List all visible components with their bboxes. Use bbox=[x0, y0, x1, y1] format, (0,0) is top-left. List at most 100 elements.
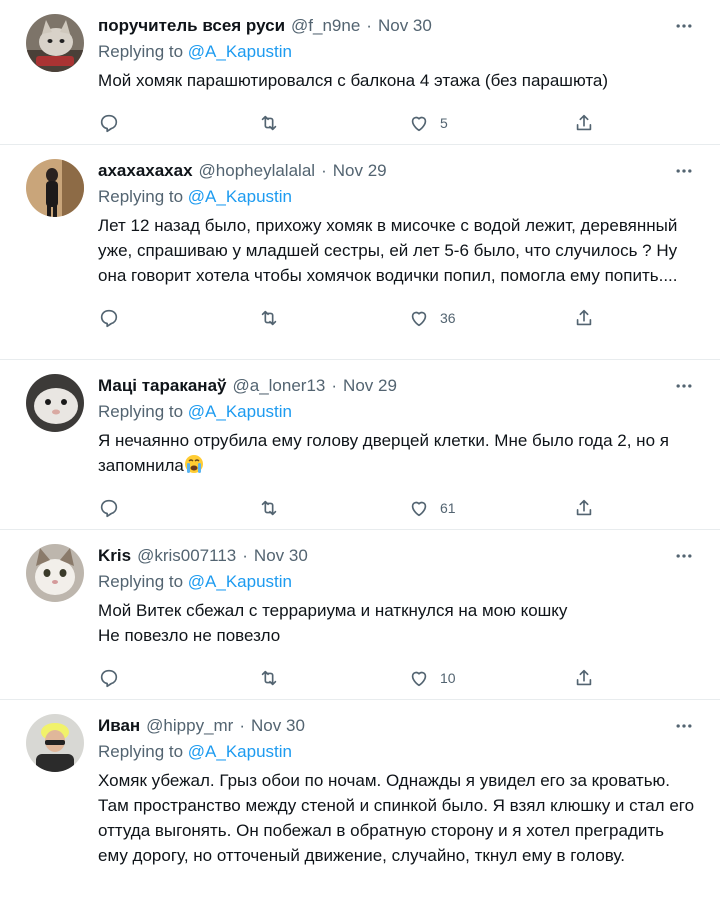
separator-dot: · bbox=[331, 376, 338, 395]
tweet[interactable]: ахахахахах @hopheylalalal · Nov 29 Reply… bbox=[0, 145, 720, 360]
mention-link[interactable]: @A_Kapustin bbox=[188, 42, 292, 61]
like-button[interactable]: 5 bbox=[408, 112, 573, 134]
tweet-actions: 10 bbox=[98, 666, 698, 690]
tweet-text-line: Не повезло не повезло bbox=[98, 626, 281, 645]
heart-icon bbox=[411, 501, 427, 517]
tweet-text: Лет 12 назад было, прихожу хомяк в мисоч… bbox=[98, 216, 678, 285]
tweet[interactable]: Kris @kris007113 · Nov 30 Replying to @A… bbox=[0, 530, 720, 700]
user-handle[interactable]: @f_n9ne bbox=[291, 14, 360, 38]
retweet-button[interactable] bbox=[258, 667, 408, 689]
avatar[interactable] bbox=[26, 544, 84, 602]
replying-to: Replying to @A_Kapustin bbox=[98, 400, 698, 424]
tweet-actions: 61 bbox=[98, 496, 698, 520]
replying-to-label: Replying to bbox=[98, 187, 184, 206]
like-button[interactable]: 36 bbox=[408, 307, 573, 329]
share-button[interactable] bbox=[573, 497, 595, 519]
tweet-text: Хомяк убежал. Грыз обои по ночам. Однажд… bbox=[98, 771, 695, 865]
replying-to-label: Replying to bbox=[98, 42, 184, 61]
animal-avatar-icon bbox=[26, 374, 84, 432]
avatar[interactable] bbox=[26, 374, 84, 432]
separator-dot: · bbox=[321, 161, 327, 180]
share-button[interactable] bbox=[573, 112, 595, 134]
mention-link[interactable]: @A_Kapustin bbox=[188, 187, 292, 206]
person-avatar-icon bbox=[26, 159, 84, 217]
replying-to: Replying to @A_Kapustin bbox=[98, 740, 698, 764]
like-count: 10 bbox=[440, 670, 456, 686]
share-icon bbox=[576, 669, 592, 686]
cat-avatar-icon bbox=[26, 14, 84, 72]
like-count: 61 bbox=[440, 500, 456, 516]
retweet-button[interactable] bbox=[258, 307, 408, 329]
tweet-text-line: Мой Витек сбежал с террариума и наткнулс… bbox=[98, 601, 568, 620]
retweet-icon bbox=[261, 500, 277, 516]
tweet-actions: 36 bbox=[98, 306, 698, 330]
more-options-icon[interactable] bbox=[670, 159, 698, 183]
retweet-icon bbox=[261, 310, 277, 326]
mention-link[interactable]: @A_Kapustin bbox=[188, 572, 292, 591]
avatar[interactable] bbox=[26, 159, 84, 217]
tweet[interactable]: Иван @hippy_mr · Nov 30 Replying to @A_K… bbox=[0, 700, 720, 899]
display-name[interactable]: Kris bbox=[98, 544, 131, 568]
more-options-icon[interactable] bbox=[670, 374, 698, 398]
mention-link[interactable]: @A_Kapustin bbox=[188, 742, 292, 761]
replying-to: Replying to @A_Kapustin bbox=[98, 185, 698, 209]
share-icon bbox=[576, 114, 592, 131]
tweet-text: Мой хомяк парашютировался с балкона 4 эт… bbox=[98, 71, 609, 90]
crying-face-emoji-icon bbox=[184, 455, 203, 473]
heart-icon bbox=[411, 116, 427, 132]
tweet-date[interactable]: Nov 30 bbox=[378, 14, 432, 38]
display-name[interactable]: Маці тараканаў bbox=[98, 374, 226, 398]
reply-button[interactable] bbox=[98, 667, 258, 689]
reply-icon bbox=[100, 499, 118, 518]
person-avatar-icon bbox=[26, 714, 84, 772]
tweet[interactable]: поручитель всея руси @f_n9ne · Nov 30 Re… bbox=[0, 0, 720, 145]
retweet-icon bbox=[261, 670, 277, 686]
reply-icon bbox=[100, 669, 118, 688]
like-button[interactable]: 10 bbox=[408, 667, 573, 689]
mention-link[interactable]: @A_Kapustin bbox=[188, 402, 292, 421]
reply-feed: поручитель всея руси @f_n9ne · Nov 30 Re… bbox=[0, 0, 720, 899]
like-button[interactable]: 61 bbox=[408, 497, 573, 519]
share-button[interactable] bbox=[573, 667, 595, 689]
tweet-date[interactable]: Nov 29 bbox=[333, 159, 387, 183]
more-options-icon[interactable] bbox=[670, 544, 698, 568]
replying-to: Replying to @A_Kapustin bbox=[98, 570, 698, 594]
more-options-icon[interactable] bbox=[670, 14, 698, 38]
replying-to-label: Replying to bbox=[98, 572, 184, 591]
retweet-button[interactable] bbox=[258, 497, 408, 519]
separator-dot: · bbox=[242, 546, 248, 565]
like-count: 36 bbox=[440, 310, 456, 326]
user-handle[interactable]: @a_loner13 bbox=[232, 374, 325, 398]
separator-dot: · bbox=[366, 16, 372, 35]
display-name[interactable]: ахахахахах bbox=[98, 159, 193, 183]
display-name[interactable]: поручитель всея руси bbox=[98, 14, 285, 38]
tweet-actions: 5 bbox=[98, 111, 698, 135]
avatar[interactable] bbox=[26, 714, 84, 772]
heart-icon bbox=[411, 671, 427, 687]
replying-to-label: Replying to bbox=[98, 742, 184, 761]
reply-icon bbox=[100, 114, 118, 133]
user-handle[interactable]: @kris007113 bbox=[137, 544, 236, 568]
reply-icon bbox=[100, 309, 118, 328]
tweet-date[interactable]: Nov 29 bbox=[343, 374, 397, 398]
tweet-text: Я нечаянно отрубила ему голову дверцей к… bbox=[98, 428, 698, 478]
tweet-date[interactable]: Nov 30 bbox=[254, 544, 308, 568]
retweet-icon bbox=[261, 115, 277, 131]
replying-to: Replying to @A_Kapustin bbox=[98, 40, 698, 64]
tweet[interactable]: Маці тараканаў @a_loner13 · Nov 29 Reply… bbox=[0, 360, 720, 530]
more-options-icon[interactable] bbox=[670, 714, 698, 738]
reply-button[interactable] bbox=[98, 497, 258, 519]
reply-button[interactable] bbox=[98, 112, 258, 134]
like-count: 5 bbox=[440, 115, 448, 131]
heart-icon bbox=[411, 311, 427, 327]
reply-button[interactable] bbox=[98, 307, 258, 329]
share-icon bbox=[576, 309, 592, 326]
share-button[interactable] bbox=[573, 307, 595, 329]
user-handle[interactable]: @hopheylalalal bbox=[199, 159, 316, 183]
separator-dot: · bbox=[239, 716, 246, 735]
tweet-date[interactable]: Nov 30 bbox=[251, 714, 305, 738]
avatar[interactable] bbox=[26, 14, 84, 72]
display-name[interactable]: Иван bbox=[98, 714, 140, 738]
user-handle[interactable]: @hippy_mr bbox=[146, 714, 233, 738]
retweet-button[interactable] bbox=[258, 112, 408, 134]
